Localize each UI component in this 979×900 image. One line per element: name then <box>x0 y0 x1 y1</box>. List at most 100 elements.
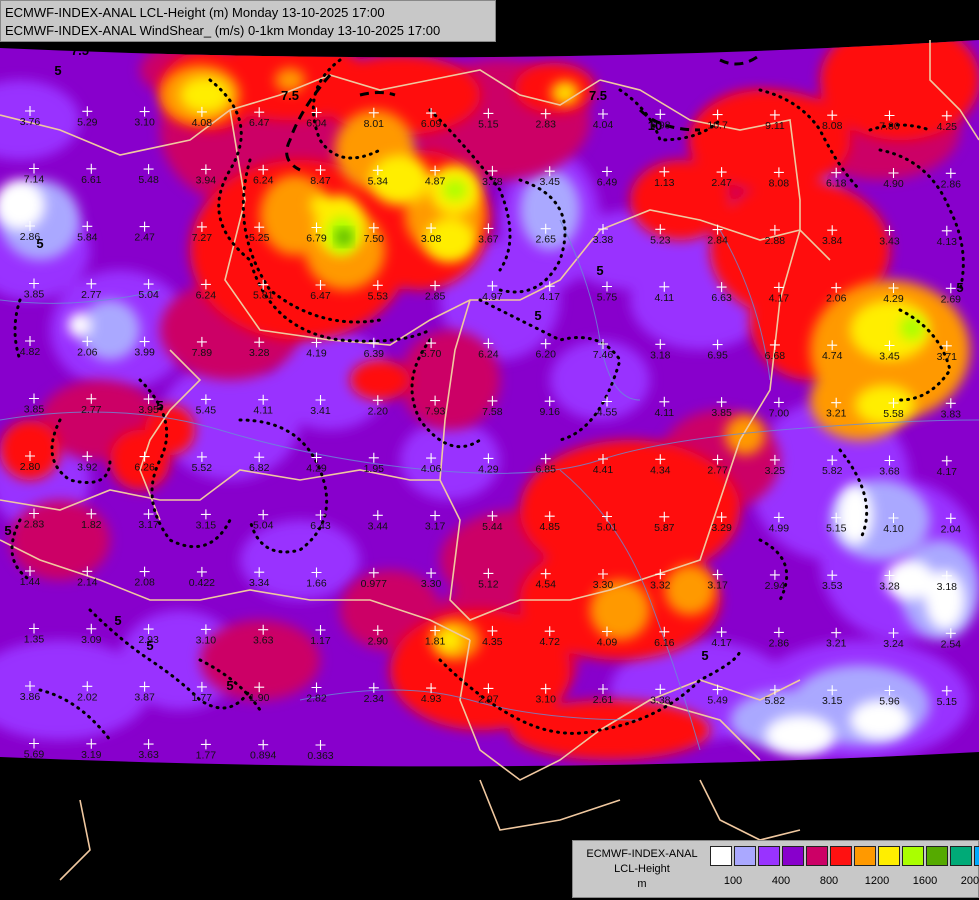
station-value: 6.26 <box>134 462 155 474</box>
legend-tick-label: 100 <box>723 875 743 887</box>
station-value: 4.17 <box>769 292 790 304</box>
station-value: 3.30 <box>421 578 442 590</box>
station-value: 1.13 <box>654 177 675 189</box>
station-value: 6.68 <box>765 350 786 362</box>
contour-label: 5 <box>54 63 61 78</box>
station-value: 1.66 <box>306 578 327 590</box>
station-value: 4.85 <box>539 521 560 533</box>
station-value: 3.38 <box>593 234 614 246</box>
station-value: 6.39 <box>364 348 385 360</box>
color-legend: ECMWF-INDEX-ANAL LCL-Height m 100 400 800 1… <box>572 840 979 898</box>
station-value: 3.85 <box>24 289 45 301</box>
station-value: 8.47 <box>310 175 331 187</box>
station-value: 8.08 <box>822 120 843 132</box>
station-value: 6.43 <box>310 520 331 532</box>
legend-ticks: 100 400 800 1200 1600 2000 <box>710 875 979 891</box>
field-patch <box>630 160 730 240</box>
station-value: 6.49 <box>597 177 618 189</box>
station-value: 1.17 <box>310 635 331 647</box>
station-value: 3.17 <box>138 519 159 531</box>
station-value: 5.04 <box>253 520 274 532</box>
station-value: 5.15 <box>826 523 847 535</box>
station-value: 0.894 <box>250 750 276 762</box>
station-value: 1.77 <box>196 749 217 761</box>
station-value: 6.04 <box>306 118 327 130</box>
field-patch <box>180 77 230 113</box>
legend-name-line-2: LCL-Height <box>614 863 670 875</box>
station-value: 4.35 <box>482 636 503 648</box>
station-value: 6.09 <box>421 118 442 130</box>
station-value: 2.86 <box>941 178 962 190</box>
station-value: 3.18 <box>650 349 671 361</box>
station-value: 4.11 <box>654 407 674 419</box>
station-value: 5.01 <box>597 522 618 534</box>
station-value: 6.24 <box>196 289 217 301</box>
station-value: 2.06 <box>826 293 847 305</box>
station-value: 5.23 <box>650 234 671 246</box>
station-value: 2.54 <box>941 638 962 650</box>
station-value: 4.13 <box>937 236 958 248</box>
station-value: 5.75 <box>597 292 618 304</box>
legend-swatch <box>926 846 948 866</box>
station-value: 7.58 <box>482 406 503 418</box>
station-value: 3.10 <box>134 117 155 129</box>
field-patch <box>310 195 330 215</box>
station-value: 2.97 <box>478 693 499 705</box>
field-patch <box>336 229 352 245</box>
station-value: 7.80 <box>879 121 900 133</box>
station-value: 4.29 <box>883 293 904 305</box>
station-value: 4.72 <box>539 636 560 648</box>
station-value: 4.17 <box>937 466 958 478</box>
station-value: 3.53 <box>822 580 843 592</box>
field-patch <box>443 180 467 200</box>
station-value: 5.12 <box>478 578 499 590</box>
station-value: 4.29 <box>478 463 499 475</box>
station-value: 5.34 <box>368 175 389 187</box>
station-value: 7.89 <box>192 347 213 359</box>
station-value: 2.83 <box>535 119 556 131</box>
station-value: 7.93 <box>425 406 446 418</box>
station-value: 5.82 <box>765 695 786 707</box>
station-value: 3.71 <box>937 351 958 363</box>
station-value: 3.21 <box>826 638 847 650</box>
station-value: 5.81 <box>253 290 274 302</box>
station-value: 3.94 <box>196 174 217 186</box>
station-value: 4.74 <box>822 350 843 362</box>
station-value: 4.54 <box>535 579 556 591</box>
station-value: 3.21 <box>826 408 847 420</box>
contour-label: 5 <box>701 648 708 663</box>
station-value: 4.99 <box>769 522 790 534</box>
station-value: 3.78 <box>482 176 503 188</box>
station-value: 2.86 <box>20 231 41 243</box>
station-value: 6.18 <box>826 178 847 190</box>
contour-label: 5 <box>226 678 233 693</box>
field-patch <box>400 420 500 500</box>
legend-swatch <box>974 846 979 866</box>
station-value: 2.02 <box>77 691 98 703</box>
station-value: 3.28 <box>249 347 270 359</box>
station-value: 6.47 <box>310 290 331 302</box>
station-value: 4.41 <box>593 464 614 476</box>
contour-label: 7.5 <box>589 88 607 103</box>
station-value: 2.61 <box>593 694 614 706</box>
station-value: 3.87 <box>134 692 155 704</box>
station-value: 4.97 <box>482 291 503 303</box>
station-value: 7.50 <box>364 233 385 245</box>
station-value: 2.08 <box>134 577 155 589</box>
station-value: 5.70 <box>421 348 442 360</box>
station-value: 3.85 <box>24 404 45 416</box>
station-value: 5.87 <box>654 522 675 534</box>
station-value: 4.82 <box>20 346 41 358</box>
station-value: 2.94 <box>765 580 786 592</box>
field-patch <box>10 500 110 580</box>
station-value: 3.83 <box>941 408 962 420</box>
station-value: 6.98 <box>650 119 671 131</box>
station-value: 1.44 <box>20 576 41 588</box>
station-value: 5.48 <box>138 174 159 186</box>
station-value: 6.95 <box>707 350 728 362</box>
station-value: 2.85 <box>425 291 446 303</box>
station-value: 5.49 <box>707 695 728 707</box>
legend-tick-label: 1600 <box>912 875 938 887</box>
station-value: 5.25 <box>249 232 270 244</box>
legend-swatch <box>710 846 732 866</box>
